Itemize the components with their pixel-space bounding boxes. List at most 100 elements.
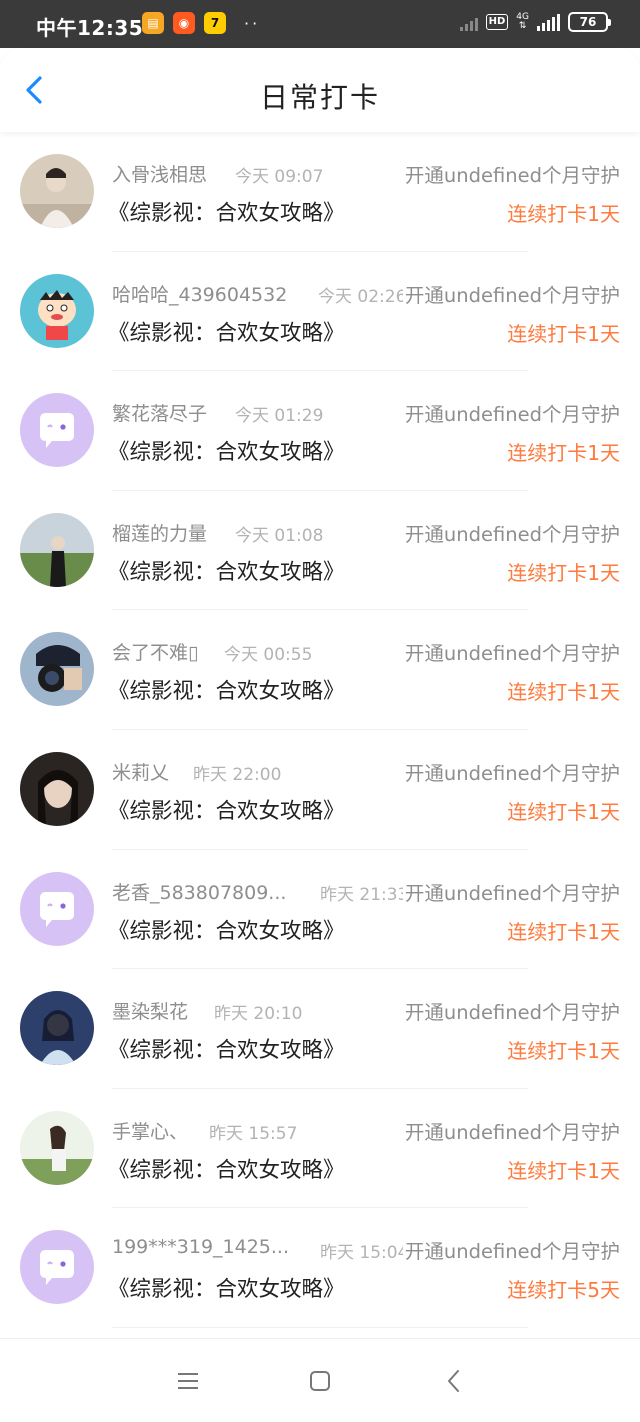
checkin-time: 昨天 15:04 [320,1243,409,1264]
default-chat-avatar-icon [20,393,94,468]
avatar[interactable] [20,751,94,826]
user-name[interactable]: 哈哈哈_439604532 [112,280,287,307]
kuaishou-app-icon: ◉ [173,12,195,34]
avatar[interactable] [20,871,94,946]
user-photo-icon [20,512,94,587]
checkin-time: 昨天 15:57 [209,1123,298,1144]
user-photo-icon [20,751,94,826]
avatar[interactable] [20,273,94,348]
checkin-row[interactable]: 老香_583807809... 昨天 21:33 开通undefined个月守护… [0,850,640,970]
status-indicators: HD 4G ⇅ 76 [459,12,611,32]
checkin-row[interactable]: 哈哈哈_439604532 今天 02:26 开通undefined个月守护 《… [0,252,640,372]
signal-weak-icon [459,13,478,31]
checkin-list[interactable]: 入骨浅相思 今天 09:07 开通undefined个月守护 《综影视：合欢女攻… [0,132,640,1328]
novel-title[interactable]: 《综影视：合欢女攻略》 [108,555,345,586]
network-arrows-icon: ⇅ [518,21,527,31]
user-name[interactable]: 榴莲的力量 [112,519,207,546]
checkin-row[interactable]: 榴莲的力量 今天 01:08 开通undefined个月守护 《综影视：合欢女攻… [0,491,640,611]
user-name[interactable]: 会了不难▯ [112,638,198,665]
checkin-row[interactable]: 199***319_1425... 昨天 15:04 开通undefined个月… [0,1208,640,1328]
streak-label: 连续打卡1天 [507,799,620,824]
battery-indicator: 76 [568,12,611,32]
menu-icon [178,1373,198,1389]
default-chat-avatar-icon [20,871,94,946]
avatar[interactable] [20,393,94,468]
home-button[interactable] [306,1367,334,1395]
novel-title[interactable]: 《综影视：合欢女攻略》 [108,794,345,825]
page-title: 日常打卡 [259,81,380,114]
user-photo-icon [20,154,94,228]
avatar[interactable] [20,1110,94,1185]
avatar[interactable] [20,632,94,707]
user-name[interactable]: 繁花落尽子 [112,399,207,426]
avatar[interactable] [20,154,94,228]
user-photo-icon [20,1110,94,1185]
system-back-button[interactable] [440,1367,468,1395]
checkin-row[interactable]: 繁花落尽子 今天 01:29 开通undefined个月守护 《综影视：合欢女攻… [0,371,640,491]
user-name[interactable]: 手掌心、 [112,1117,188,1144]
user-name[interactable]: 199***319_1425... [112,1236,289,1258]
checkin-time: 昨天 21:33 [320,884,409,905]
game-app-icon: 7 [204,12,226,34]
guard-info: 开通undefined个月守护 [402,1235,620,1265]
streak-label: 连续打卡1天 [507,1158,620,1183]
network-type: 4G ⇅ [516,13,529,31]
guard-info: 开通undefined个月守护 [402,756,620,786]
user-photo-icon [20,991,94,1066]
streak-label: 连续打卡1天 [507,560,620,585]
checkin-time: 今天 02:26 [318,286,407,307]
avatar[interactable] [20,512,94,587]
status-time: 中午12:35 [36,16,144,40]
novel-title[interactable]: 《综影视：合欢女攻略》 [108,1272,345,1303]
avatar[interactable] [20,991,94,1066]
novel-title[interactable]: 《综影视：合欢女攻略》 [108,914,345,945]
status-more-dots: ·· [244,14,261,33]
streak-label: 连续打卡1天 [507,680,620,705]
guard-info: 开通undefined个月守护 [402,159,620,188]
novel-title[interactable]: 《综影视：合欢女攻略》 [108,435,345,466]
menu-button[interactable] [174,1367,202,1395]
novel-title[interactable]: 《综影视：合欢女攻略》 [108,316,345,347]
user-photo-icon [20,632,94,707]
cartoon-boy-icon [20,273,94,348]
guard-info: 开通undefined个月守护 [402,398,620,428]
user-name[interactable]: 墨染梨花 [112,997,188,1024]
notes-app-icon: ▤ [142,12,164,34]
home-square-icon [310,1371,330,1391]
streak-label: 连续打卡1天 [507,919,620,944]
checkin-row[interactable]: 会了不难▯ 今天 00:55 开通undefined个月守护 《综影视：合欢女攻… [0,610,640,730]
default-chat-avatar-icon [20,1230,94,1305]
guard-info: 开通undefined个月守护 [402,876,620,906]
guard-info: 开通undefined个月守护 [402,637,620,667]
checkin-row[interactable]: 手掌心、 昨天 15:57 开通undefined个月守护 《综影视：合欢女攻略… [0,1089,640,1209]
streak-label: 连续打卡1天 [507,1039,620,1064]
hd-badge: HD [485,14,509,30]
guard-info: 开通undefined个月守护 [402,996,620,1026]
checkin-row[interactable]: 米莉乂 昨天 22:00 开通undefined个月守护 《综影视：合欢女攻略》… [0,730,640,850]
streak-label: 连续打卡1天 [507,321,620,346]
back-triangle-icon [448,1370,459,1392]
novel-title[interactable]: 《综影视：合欢女攻略》 [108,1153,345,1184]
signal-strong-icon [537,13,560,31]
novel-title[interactable]: 《综影视：合欢女攻略》 [108,1033,345,1064]
guard-info: 开通undefined个月守护 [402,278,620,308]
user-name[interactable]: 老香_583807809... [112,878,286,905]
guard-info: 开通undefined个月守护 [402,517,620,547]
guard-info: 开通undefined个月守护 [402,1115,620,1145]
checkin-row[interactable]: 入骨浅相思 今天 09:07 开通undefined个月守护 《综影视：合欢女攻… [0,132,640,252]
checkin-time: 昨天 20:10 [214,1004,303,1025]
avatar[interactable] [20,1230,94,1305]
novel-title[interactable]: 《综影视：合欢女攻略》 [108,196,345,227]
system-nav-bar [0,1338,640,1422]
status-app-icons: ▤ ◉ 7 [142,12,226,34]
streak-label: 连续打卡1天 [507,441,620,466]
page-header: 日常打卡 [0,48,640,132]
checkin-row[interactable]: 墨染梨花 昨天 20:10 开通undefined个月守护 《综影视：合欢女攻略… [0,969,640,1089]
checkin-time: 今天 01:29 [235,406,324,427]
checkin-time: 昨天 22:00 [193,764,282,785]
novel-title[interactable]: 《综影视：合欢女攻略》 [108,674,345,705]
user-name[interactable]: 入骨浅相思 [112,160,207,187]
streak-label: 连续打卡5天 [507,1278,620,1303]
user-name[interactable]: 米莉乂 [112,758,169,785]
checkin-time: 今天 00:55 [224,645,313,666]
